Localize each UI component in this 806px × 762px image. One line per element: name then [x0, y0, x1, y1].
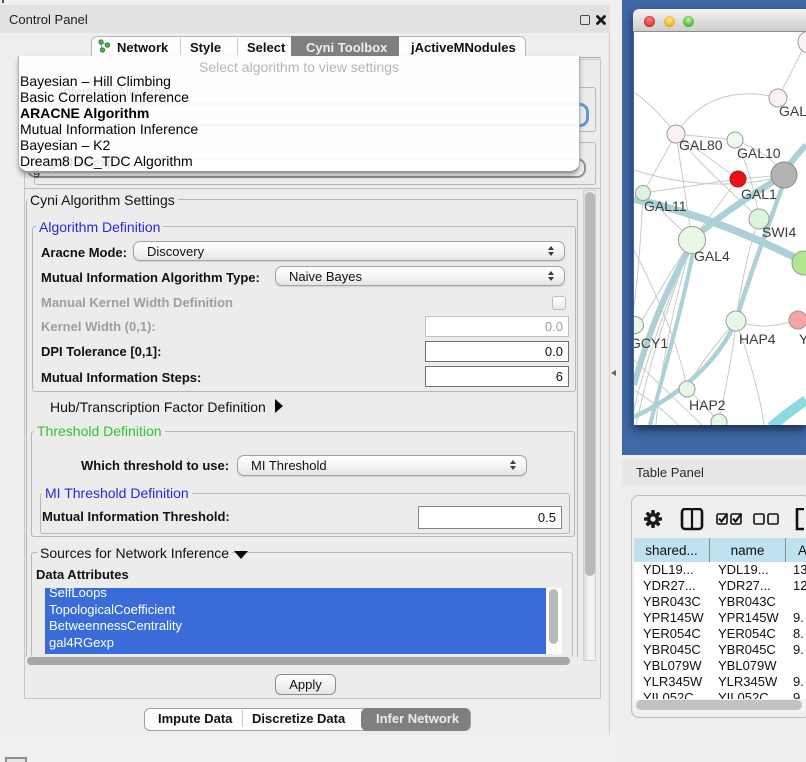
svg-text:GAL11: GAL11	[644, 198, 687, 214]
svg-text:GCY1: GCY1	[634, 335, 668, 351]
svg-text:GAL80: GAL80	[679, 137, 723, 153]
svg-text:GAL1: GAL1	[741, 186, 777, 202]
svg-text:HAP4: HAP4	[739, 331, 776, 347]
svg-text:Y: Y	[799, 331, 806, 347]
svg-text:GAL2: GAL2	[779, 103, 806, 119]
svg-text:SWI4: SWI4	[762, 224, 796, 240]
svg-text:HAP2: HAP2	[689, 397, 726, 413]
svg-text:GAL10: GAL10	[737, 145, 781, 161]
svg-text:GAL4: GAL4	[694, 248, 730, 264]
